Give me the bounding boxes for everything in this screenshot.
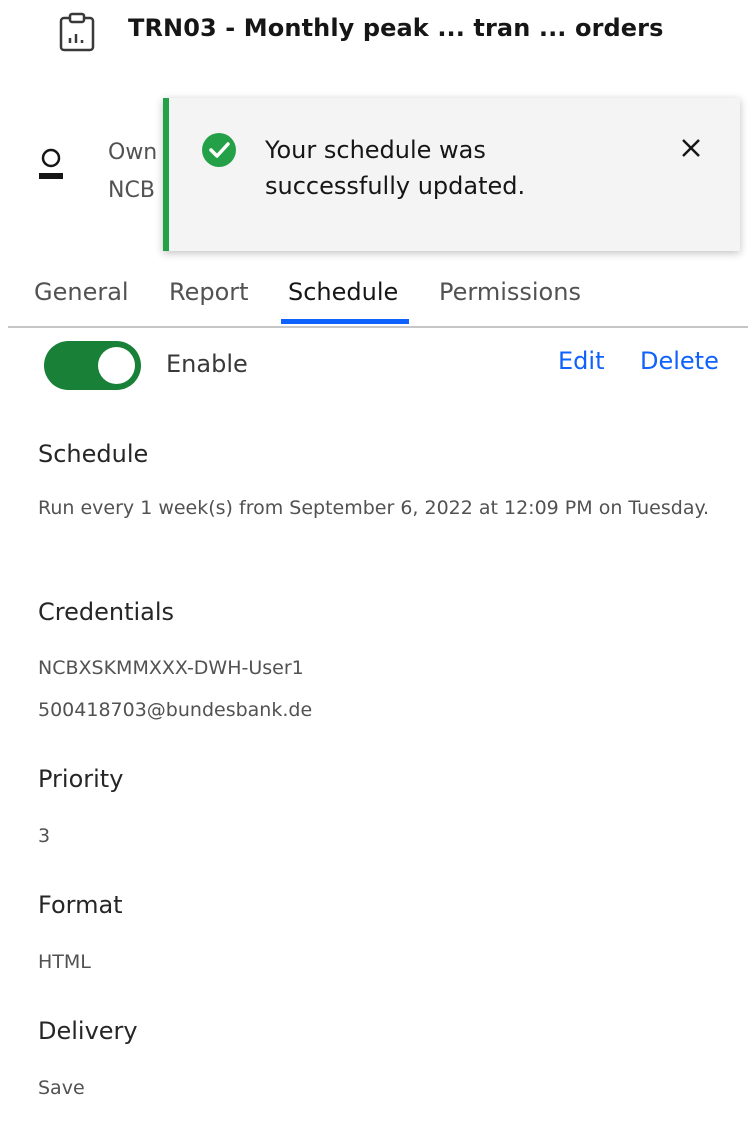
owner-label: Own <box>108 140 158 165</box>
toast-message: Your schedule was successfully updated. <box>265 136 526 200</box>
schedule-description: Run every 1 week(s) from September 6, 20… <box>38 497 710 519</box>
tab-report[interactable]: Report <box>169 278 249 306</box>
credentials-email: 500418703@bundesbank.de <box>38 699 313 721</box>
tab-permissions[interactable]: Permissions <box>439 278 581 306</box>
success-toast: Your schedule was successfully updated. <box>163 98 740 251</box>
enable-label: Enable <box>166 350 248 378</box>
checkmark-filled-icon <box>201 132 237 168</box>
format-value: HTML <box>38 951 91 973</box>
delete-link[interactable]: Delete <box>640 347 719 375</box>
delivery-heading: Delivery <box>38 1017 138 1045</box>
schedule-heading: Schedule <box>38 440 149 468</box>
close-icon[interactable] <box>677 134 705 162</box>
edit-link[interactable]: Edit <box>558 347 604 375</box>
toggle-knob <box>98 347 135 384</box>
credentials-user: NCBXSKMMXXX-DWH-User1 <box>38 657 304 679</box>
owner-info: Own NCB <box>108 134 166 210</box>
tab-bar: General Report Schedule Permissions <box>8 270 748 328</box>
user-icon <box>36 146 66 184</box>
delivery-value: Save <box>38 1077 85 1099</box>
active-tab-indicator <box>281 319 409 324</box>
format-heading: Format <box>38 891 123 919</box>
header: TRN03 - Monthly peak ... tran ... orders <box>58 8 738 54</box>
credentials-heading: Credentials <box>38 598 175 626</box>
tab-schedule[interactable]: Schedule <box>288 278 398 306</box>
tab-general[interactable]: General <box>34 278 129 306</box>
priority-heading: Priority <box>38 765 124 793</box>
priority-value: 3 <box>38 825 51 847</box>
enable-toggle[interactable] <box>44 341 141 390</box>
page-title: TRN03 - Monthly peak ... tran ... orders <box>128 14 664 42</box>
report-icon <box>58 12 96 52</box>
owner-value: NCB <box>108 178 155 203</box>
